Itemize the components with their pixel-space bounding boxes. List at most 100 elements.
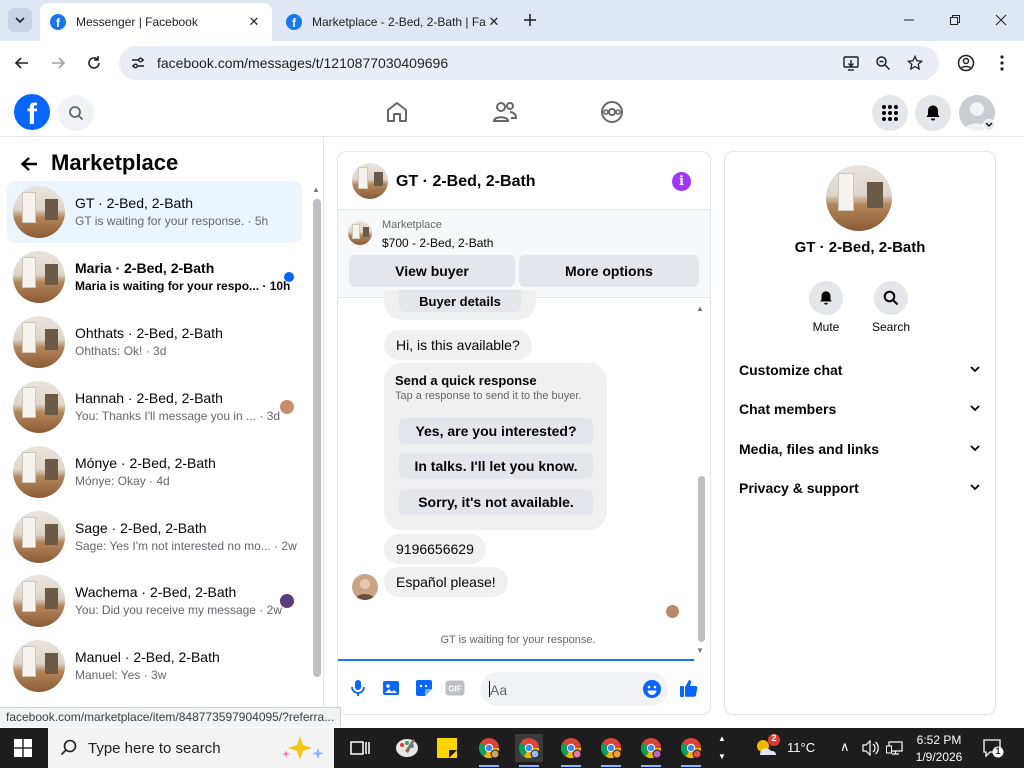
facebook-logo-icon[interactable]: f [14,94,50,130]
scroll-up-arrow-icon[interactable]: ▲ [312,185,320,194]
close-tab-icon[interactable]: ✕ [486,14,502,30]
like-button[interactable] [678,677,700,699]
mute-button[interactable]: Mute [796,281,856,334]
bell-icon [926,105,940,121]
chat-title[interactable]: GT · 2-Bed, 2-Bath [396,173,536,191]
back-button[interactable] [9,50,35,76]
emoji-icon[interactable] [642,679,662,699]
chrome-app-icon[interactable] [557,734,585,767]
zoom-icon[interactable] [872,52,894,74]
listing-price-title[interactable]: $700 - 2-Bed, 2-Bath [382,236,493,250]
scrollbar-thumb[interactable] [698,476,705,642]
nav-groups[interactable] [597,97,627,127]
close-window-button[interactable] [989,8,1013,32]
nav-friends[interactable] [490,97,520,127]
chrome-app-icon[interactable] [597,734,625,767]
install-app-icon[interactable] [840,52,862,74]
conversation-list-scrollbar[interactable] [313,199,321,677]
listing-thumbnail[interactable] [348,221,372,245]
customize-chat-row[interactable]: Customize chat [739,359,983,381]
quick-response-option[interactable]: Sorry, it's not available. [399,489,593,515]
search-in-chat-button[interactable]: Search [861,281,921,334]
clock-date[interactable]: 1/9/2026 [914,750,964,764]
windows-start-icon[interactable] [14,739,32,757]
tab-search-button[interactable] [8,8,32,32]
taskbar-overflow-arrows-icon[interactable]: ▲ ▼ [716,730,728,766]
privacy-support-row[interactable]: Privacy & support [739,477,983,499]
quick-response-option[interactable]: In talks. I'll let you know. [399,453,593,479]
clock-time[interactable]: 6:52 PM [916,733,962,747]
scroll-up-arrow-icon[interactable]: ▲ [696,304,704,313]
facebook-search-button[interactable] [58,95,94,131]
conversation-item[interactable]: GT · 2-Bed, 2-Bath GT is waiting for you… [7,181,302,243]
more-options-button[interactable]: More options [519,255,699,287]
conversation-preview: GT is waiting for your response. · 5h [75,214,269,228]
browser-menu-button[interactable] [989,50,1015,76]
section-label: Chat members [739,401,837,417]
sticker-button[interactable] [413,677,435,699]
browser-toolbar: facebook.com/messages/t/1210877030409696 [0,41,1024,85]
chrome-app-icon[interactable] [637,734,665,767]
menu-button[interactable] [872,95,908,131]
message-thread-scrollbar[interactable]: ▲ ▼ [696,304,706,655]
conversation-list-panel: Marketplace GT · 2-Bed, 2-Bath GT is wai… [0,137,324,707]
conversation-name: Mónye · 2-Bed, 2-Bath [75,455,216,471]
chat-avatar[interactable] [352,163,388,199]
notifications-button[interactable] [915,95,951,131]
restore-button[interactable] [943,8,967,32]
conversation-item[interactable]: Ohthats · 2-Bed, 2-Bath Ohthats: Ok! · 3… [7,311,302,373]
chat-members-row[interactable]: Chat members [739,398,983,420]
weather-icon[interactable]: 2 [752,733,782,762]
tab-marketplace[interactable]: f Marketplace - 2-Bed, 2-Bath | Fa ✕ [276,3,512,41]
scroll-down-arrow-icon[interactable]: ▼ [696,646,704,655]
bookmark-star-icon[interactable] [904,52,926,74]
chrome-app-icon[interactable] [677,734,705,767]
conversation-item[interactable]: Mónye · 2-Bed, 2-Bath Mónye: Okay · 4d [7,441,302,503]
conversation-name: Sage · 2-Bed, 2-Bath [75,520,207,536]
show-hidden-icons-chevron-icon[interactable]: ∧ [840,739,850,755]
reload-button[interactable] [81,50,107,76]
account-chevron-icon[interactable] [983,119,995,131]
nav-home[interactable] [382,97,412,127]
speaker-icon[interactable] [862,739,880,761]
quick-response-option[interactable]: Yes, are you interested? [399,418,593,444]
address-bar[interactable]: facebook.com/messages/t/1210877030409696 [119,46,939,80]
gif-button[interactable]: GIF [444,677,466,699]
task-view-icon[interactable] [346,734,374,762]
minimize-button[interactable] [897,8,921,32]
link-status-bar: facebook.com/marketplace/item/8487735979… [0,707,342,727]
back-arrow-button[interactable] [18,153,40,175]
conversation-preview: Maria is waiting for your respo... · 10h [75,279,291,293]
view-buyer-button[interactable]: View buyer [349,255,515,287]
info-icon[interactable]: i [672,172,691,191]
notification-center-icon[interactable]: 1 [982,738,1004,758]
chrome-app-icon[interactable] [475,734,503,767]
chrome-app-icon[interactable] [515,734,543,767]
close-tab-icon[interactable]: ✕ [246,14,262,30]
conversation-item[interactable]: Manuel · 2-Bed, 2-Bath Manuel: Yes · 3w [7,635,302,697]
network-icon[interactable] [886,740,904,761]
conversation-item[interactable]: Maria · 2-Bed, 2-Bath Maria is waiting f… [7,246,302,308]
listing-avatar-large[interactable] [826,165,892,231]
profile-button[interactable] [953,50,979,76]
conversation-item[interactable]: Hannah · 2-Bed, 2-Bath You: Thanks I'll … [7,376,302,438]
attach-photo-button[interactable] [380,677,402,699]
conversation-item[interactable]: Wachema · 2-Bed, 2-Bath You: Did you rec… [7,570,302,632]
listing-category: Marketplace [382,219,442,231]
sticky-notes-icon[interactable] [433,734,461,762]
site-settings-icon[interactable] [127,52,149,74]
media-files-links-row[interactable]: Media, files and links [739,438,983,460]
message-input[interactable]: Aa [480,672,668,706]
conversation-item[interactable]: Sage · 2-Bed, 2-Bath Sage: Yes I'm not i… [7,506,302,568]
restore-icon [950,15,960,25]
new-tab-button[interactable] [520,10,540,30]
buyer-details-card: Buyer details [384,290,536,320]
paint-app-icon[interactable] [393,734,421,762]
tab-messenger[interactable]: f Messenger | Facebook ✕ [40,3,272,41]
sender-avatar[interactable] [352,574,378,600]
taskbar-search-box[interactable]: Type here to search [48,728,334,768]
buyer-details-button[interactable]: Buyer details [399,290,521,312]
forward-button[interactable] [45,50,71,76]
weather-temperature[interactable]: 11°C [787,740,815,755]
voice-clip-button[interactable] [347,677,369,699]
